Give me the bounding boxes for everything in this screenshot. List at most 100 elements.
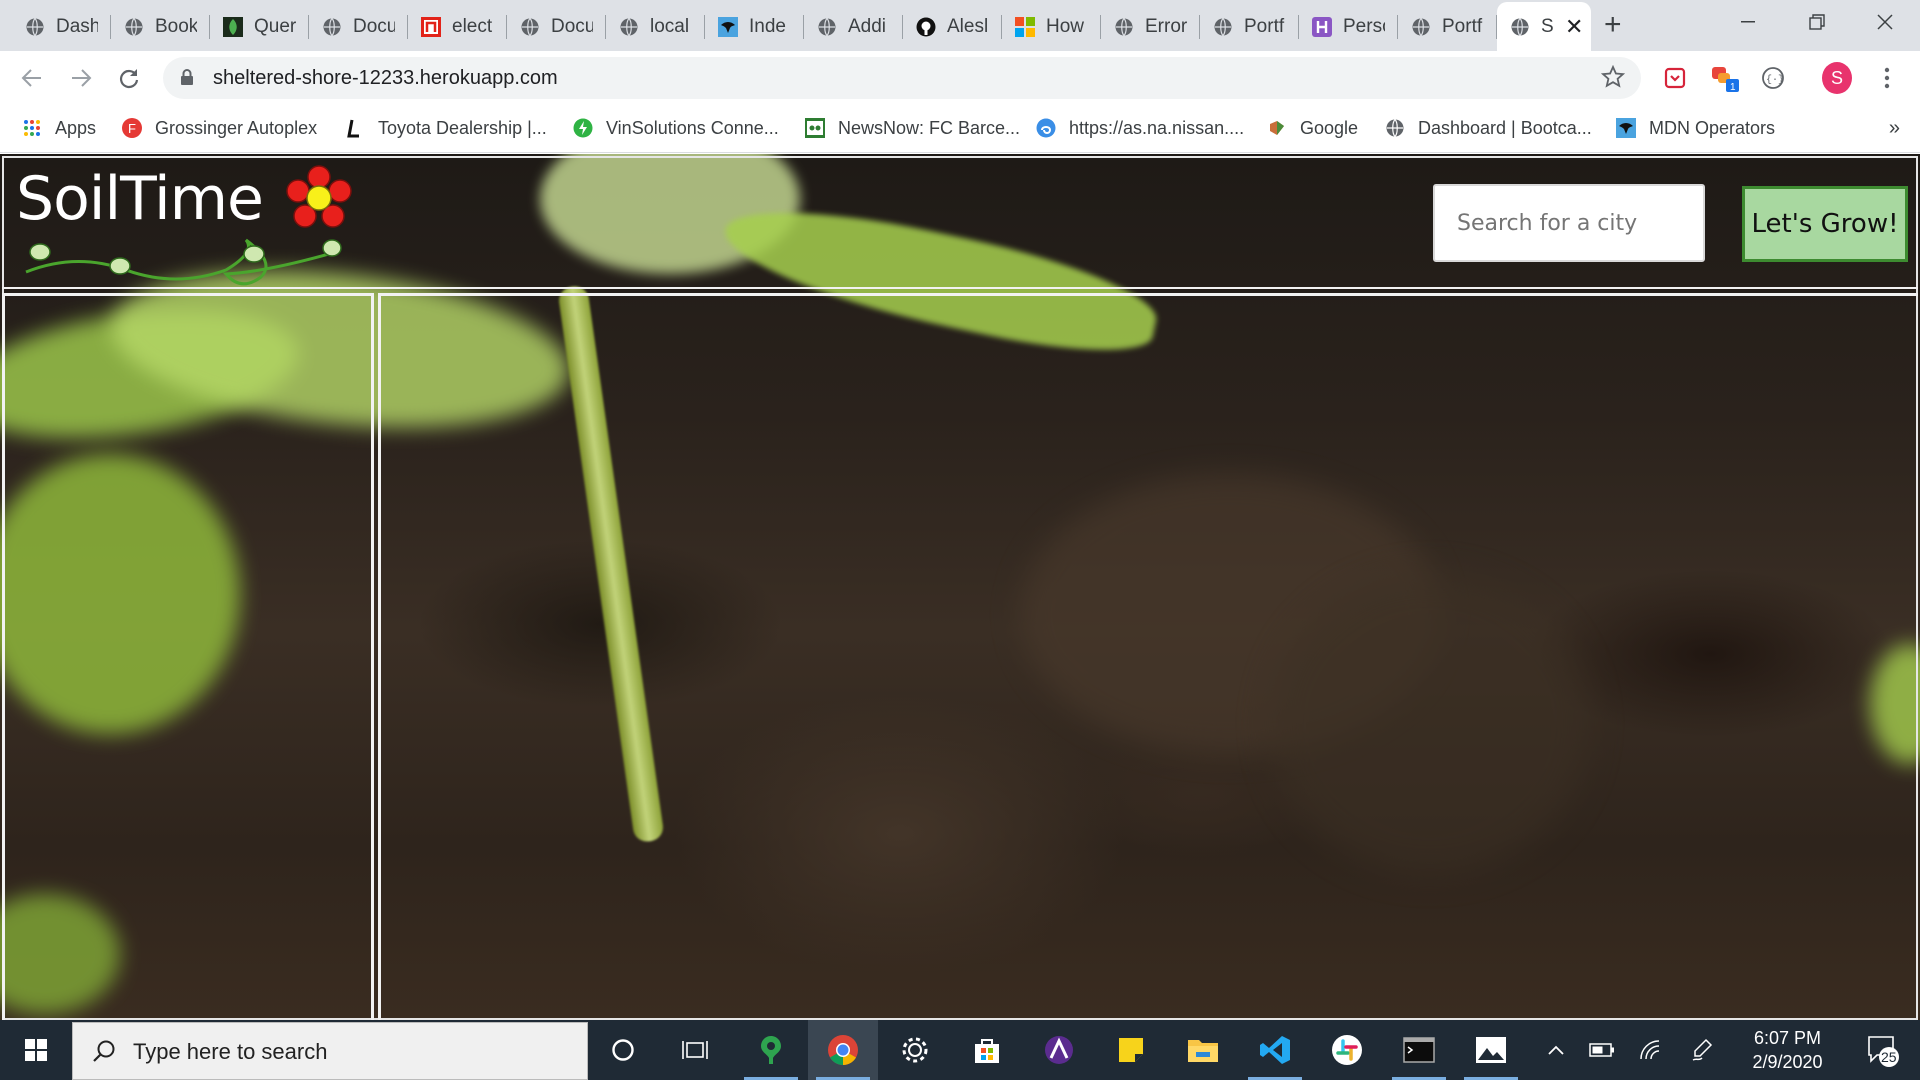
sticky-note-icon: [1119, 1038, 1143, 1062]
chrome-icon: [828, 1035, 858, 1065]
minimize-button[interactable]: [1713, 0, 1783, 44]
close-tab-icon[interactable]: ✕: [1565, 14, 1583, 40]
address-bar[interactable]: sheltered-shore-12233.herokuapp.com: [163, 57, 1641, 99]
browser-tab[interactable]: Perso: [1299, 2, 1398, 51]
globe-icon: [1410, 16, 1431, 37]
cortana-button[interactable]: [588, 1020, 658, 1080]
chrome-menu-button[interactable]: [1872, 63, 1902, 93]
clock-time: 6:07 PM: [1753, 1028, 1822, 1048]
chevron-up-icon: [1548, 1045, 1564, 1055]
main-panel: [378, 293, 1918, 1020]
browser-tab[interactable]: Portf: [1398, 2, 1497, 51]
bookmark-item[interactable]: https://as.na.nissan....: [1036, 115, 1244, 141]
bookmarks-overflow-button[interactable]: »: [1889, 117, 1900, 140]
task-view-button[interactable]: [660, 1020, 730, 1080]
extension-notifier[interactable]: 1: [1710, 63, 1740, 93]
leaf-icon: [222, 16, 243, 37]
browser-tab[interactable]: Docu: [507, 2, 606, 51]
blue-swirl-icon: [1036, 118, 1056, 138]
reload-button[interactable]: [114, 63, 144, 93]
taskbar-app-sticky-notes[interactable]: [1096, 1020, 1166, 1080]
back-button[interactable]: [17, 63, 47, 93]
tab-title: Quer: [254, 15, 296, 37]
browser-tab[interactable]: Quer: [210, 2, 309, 51]
bookmark-item[interactable]: Dashboard | Bootca...: [1385, 115, 1592, 141]
browser-tab[interactable]: Docu: [309, 2, 408, 51]
globe-icon: [1509, 16, 1530, 37]
tab-title: local: [650, 15, 690, 37]
bookmark-item[interactable]: MDN Operators: [1616, 115, 1775, 141]
bookmark-star-icon[interactable]: [1601, 65, 1625, 89]
taskbar-app-slack[interactable]: [1312, 1020, 1382, 1080]
windows-logo-icon: [25, 1039, 47, 1061]
start-button[interactable]: [0, 1020, 72, 1080]
bookmark-label: Apps: [55, 117, 97, 138]
browser-tab[interactable]: Alesl: [903, 2, 1002, 51]
slack-icon: [1332, 1035, 1362, 1065]
bookmark-item[interactable]: VinSolutions Conne...: [573, 115, 779, 141]
minimize-icon: [1741, 21, 1755, 23]
restore-button[interactable]: [1782, 0, 1852, 44]
arrow-right-icon: [72, 69, 92, 87]
bookmark-item[interactable]: Google: [1267, 115, 1358, 141]
bookmarks-bar: Apps F Grossinger Autoplex Toyota Dealershi…: [0, 105, 1920, 153]
pocket-icon: [1664, 67, 1686, 89]
extension-pocket[interactable]: [1660, 63, 1690, 93]
url-text: sheltered-shore-12233.herokuapp.com: [213, 67, 558, 89]
search-icon: [93, 1040, 115, 1062]
tab-title: Book: [155, 15, 197, 37]
browser-tab[interactable]: How: [1002, 2, 1101, 51]
browser-tab[interactable]: Book: [111, 2, 210, 51]
extension-devtools[interactable]: {·}: [1758, 63, 1788, 93]
show-hidden-icons-button[interactable]: [1538, 1020, 1574, 1080]
arrow-left-icon: [21, 69, 41, 87]
taskbar-app-vscode[interactable]: [1240, 1020, 1310, 1080]
green-bolt-icon: [573, 118, 593, 138]
battery-indicator[interactable]: [1584, 1020, 1620, 1080]
taskbar-app-file-explorer[interactable]: [1168, 1020, 1238, 1080]
web-page: SoilTime Let's Grow!: [0, 154, 1920, 1020]
taskbar-search-placeholder: Type here to search: [133, 1039, 328, 1064]
browser-tab[interactable]: Inde: [705, 2, 804, 51]
new-tab-button[interactable]: +: [1604, 10, 1622, 40]
taskbar-app-terminal[interactable]: [1384, 1020, 1454, 1080]
profile-button[interactable]: S: [1822, 62, 1852, 94]
avatar: S: [1822, 62, 1852, 94]
lets-grow-button[interactable]: Let's Grow!: [1742, 186, 1908, 262]
forward-button[interactable]: [66, 63, 96, 93]
taskbar-app-sourcetree[interactable]: [736, 1020, 806, 1080]
browser-tab[interactable]: Portf: [1200, 2, 1299, 51]
city-search-input[interactable]: [1433, 184, 1705, 262]
wifi-indicator[interactable]: [1632, 1020, 1668, 1080]
browser-tab[interactable]: Addi: [804, 2, 903, 51]
sourcetree-icon: [761, 1036, 781, 1064]
bird-icon: [1616, 118, 1636, 138]
bookmark-label: Dashboard | Bootca...: [1418, 117, 1592, 138]
taskbar-app-store[interactable]: [952, 1020, 1022, 1080]
close-window-button[interactable]: [1850, 0, 1920, 44]
action-center-button[interactable]: 25: [1852, 1020, 1912, 1080]
browser-tab[interactable]: Dash: [12, 2, 111, 51]
browser-tab[interactable]: Error: [1101, 2, 1200, 51]
bookmark-item[interactable]: F Grossinger Autoplex: [122, 115, 317, 141]
browser-tab[interactable]: elect: [408, 2, 507, 51]
flower-icon: [286, 165, 352, 228]
pen-workspace-button[interactable]: [1684, 1020, 1720, 1080]
taskbar-search-box[interactable]: Type here to search: [72, 1022, 588, 1080]
taskbar-app-chrome[interactable]: [808, 1020, 878, 1080]
taskbar-app-photos[interactable]: [1456, 1020, 1526, 1080]
bookmark-item[interactable]: Apps: [22, 115, 96, 141]
bookmark-item[interactable]: Toyota Dealership |...: [345, 115, 547, 141]
store-bag-icon: [975, 1039, 999, 1063]
taskbar-app-arc[interactable]: [1024, 1020, 1094, 1080]
taskbar-app-settings[interactable]: [880, 1020, 950, 1080]
bookmark-item[interactable]: NewsNow: FC Barce...: [805, 115, 1020, 141]
browser-tab[interactable]: local: [606, 2, 705, 51]
l-logo-icon: [345, 118, 365, 138]
tab-title: Docu: [551, 15, 593, 37]
globe-icon: [321, 16, 342, 37]
newsnow-icon: [805, 118, 825, 138]
globe-icon: [1385, 118, 1405, 138]
taskbar-clock[interactable]: 6:07 PM 2/9/2020: [1730, 1026, 1845, 1074]
tab-active[interactable]: S ✕: [1497, 2, 1591, 51]
